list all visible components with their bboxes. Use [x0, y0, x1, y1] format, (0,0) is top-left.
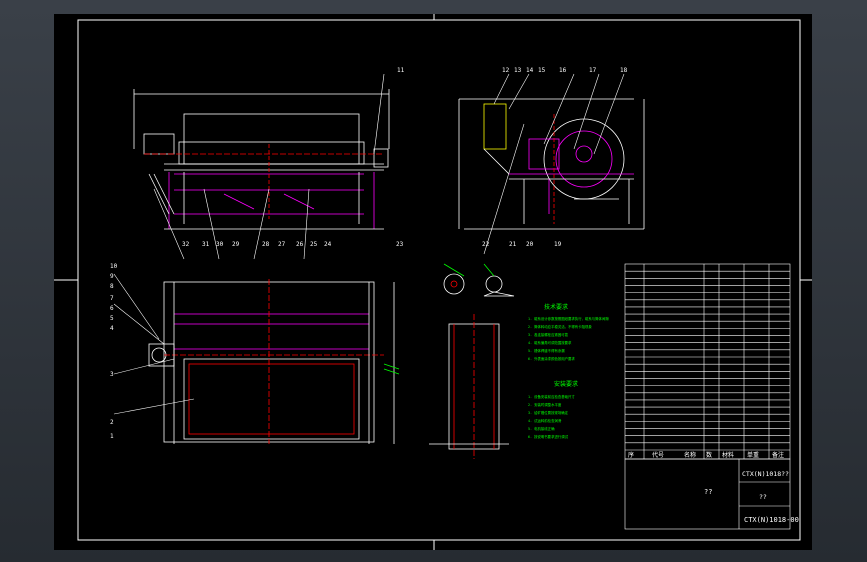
balloon-12: 12	[502, 67, 510, 74]
note-title-2: 安装要求	[554, 380, 578, 388]
material-label: ??	[759, 493, 767, 501]
balloon-32: 32	[182, 241, 190, 248]
side-view	[458, 98, 645, 230]
balloon-4: 4	[110, 325, 114, 332]
note-line-2-3: 4. 试运转前检查润滑	[528, 418, 562, 423]
plan-view	[148, 279, 400, 444]
note-line-2-4: 5. 电机接线正确	[528, 426, 555, 431]
balloon-18: 18	[620, 67, 628, 74]
section-view	[429, 314, 509, 459]
balloon-31: 31	[202, 241, 210, 248]
note-line-1-2: 3. 各连接螺栓应紧固可靠	[528, 332, 569, 337]
balloon-30: 30	[216, 241, 224, 248]
note-line-2-0: 1. 设备安装前应检查基础尺寸	[528, 394, 575, 399]
balloon-11: 11	[397, 67, 405, 74]
balloon-1: 1	[110, 433, 114, 440]
table-header-5: 单重	[747, 451, 759, 459]
table-header-4: 材料	[722, 451, 734, 459]
note-line-1-5: 6. 外表面涂漆颜色按用户要求	[528, 356, 575, 361]
balloon-24: 24	[324, 241, 332, 248]
balloon-26: 26	[296, 241, 304, 248]
drawing-number: CTX(N)1018-00	[744, 516, 799, 524]
balloon-17: 17	[589, 67, 597, 74]
balloon-16: 16	[559, 67, 567, 74]
balloon-10: 10	[110, 263, 118, 270]
balloon-6: 6	[110, 305, 114, 312]
note-line-1-0: 1. 磁系设计参数按照图纸要求执行，磁系与筒体间隙	[528, 316, 609, 321]
balloon-3: 3	[110, 371, 114, 378]
balloon-25: 25	[310, 241, 318, 248]
technical-notes: 技术要求 1. 磁系设计参数按照图纸要求执行，磁系与筒体间隙 2. 筒体转动应平…	[528, 303, 609, 439]
detail-views	[443, 263, 515, 297]
note-line-1-3: 4. 磁系偏角可调范围按要求	[528, 340, 572, 345]
cad-drawing: 技术要求 1. 磁系设计参数按照图纸要求执行，磁系与筒体间隙 2. 筒体转动应平…	[54, 14, 812, 550]
balloon-21: 21	[509, 241, 517, 248]
balloon-8: 8	[110, 283, 114, 290]
table-header-1: 代号	[652, 451, 664, 459]
drawing-no-top: CTX(N)1018??	[742, 470, 789, 478]
balloon-9: 9	[110, 273, 114, 280]
note-line-2-1: 2. 安装时调整水平度	[528, 402, 562, 407]
balloon-29: 29	[232, 241, 240, 248]
balloon-23: 23	[396, 241, 404, 248]
sheet-title: ??	[704, 488, 712, 496]
balloon-7: 7	[110, 295, 114, 302]
note-line-2-2: 3. 给矿槽位置按现场确定	[528, 410, 569, 415]
balloon-28: 28	[262, 241, 270, 248]
balloon-27: 27	[278, 241, 286, 248]
cad-viewport: 技术要求 1. 磁系设计参数按照图纸要求执行，磁系与筒体间隙 2. 筒体转动应平…	[0, 0, 867, 562]
balloon-5: 5	[110, 315, 114, 322]
note-line-1-1: 2. 筒体转动应平稳灵活，不得有卡阻现象	[528, 324, 592, 329]
balloon-13: 13	[514, 67, 522, 74]
title-block: 序 代号 名称 数 材料 单重 备注 ?? CTX(N)1018?? ?? CT…	[628, 451, 799, 524]
balloon-15: 15	[538, 67, 546, 74]
balloon-20: 20	[526, 241, 534, 248]
table-header-6: 备注	[772, 451, 784, 459]
note-line-1-4: 5. 槽体焊缝不得有渗漏	[528, 348, 565, 353]
drawing-sheet: 技术要求 1. 磁系设计参数按照图纸要求执行，磁系与筒体间隙 2. 筒体转动应平…	[54, 14, 812, 550]
table-header-0: 序	[628, 451, 634, 459]
balloon-19: 19	[554, 241, 562, 248]
table-header-2: 名称	[684, 451, 696, 459]
balloon-2: 2	[110, 419, 114, 426]
note-line-2-5: 6. 按说明书要求进行调试	[528, 434, 569, 439]
balloon-14: 14	[526, 67, 534, 74]
table-header-3: 数	[706, 451, 712, 459]
balloon-22: 22	[482, 241, 490, 248]
note-title-1: 技术要求	[544, 303, 568, 311]
front-view	[133, 89, 390, 230]
